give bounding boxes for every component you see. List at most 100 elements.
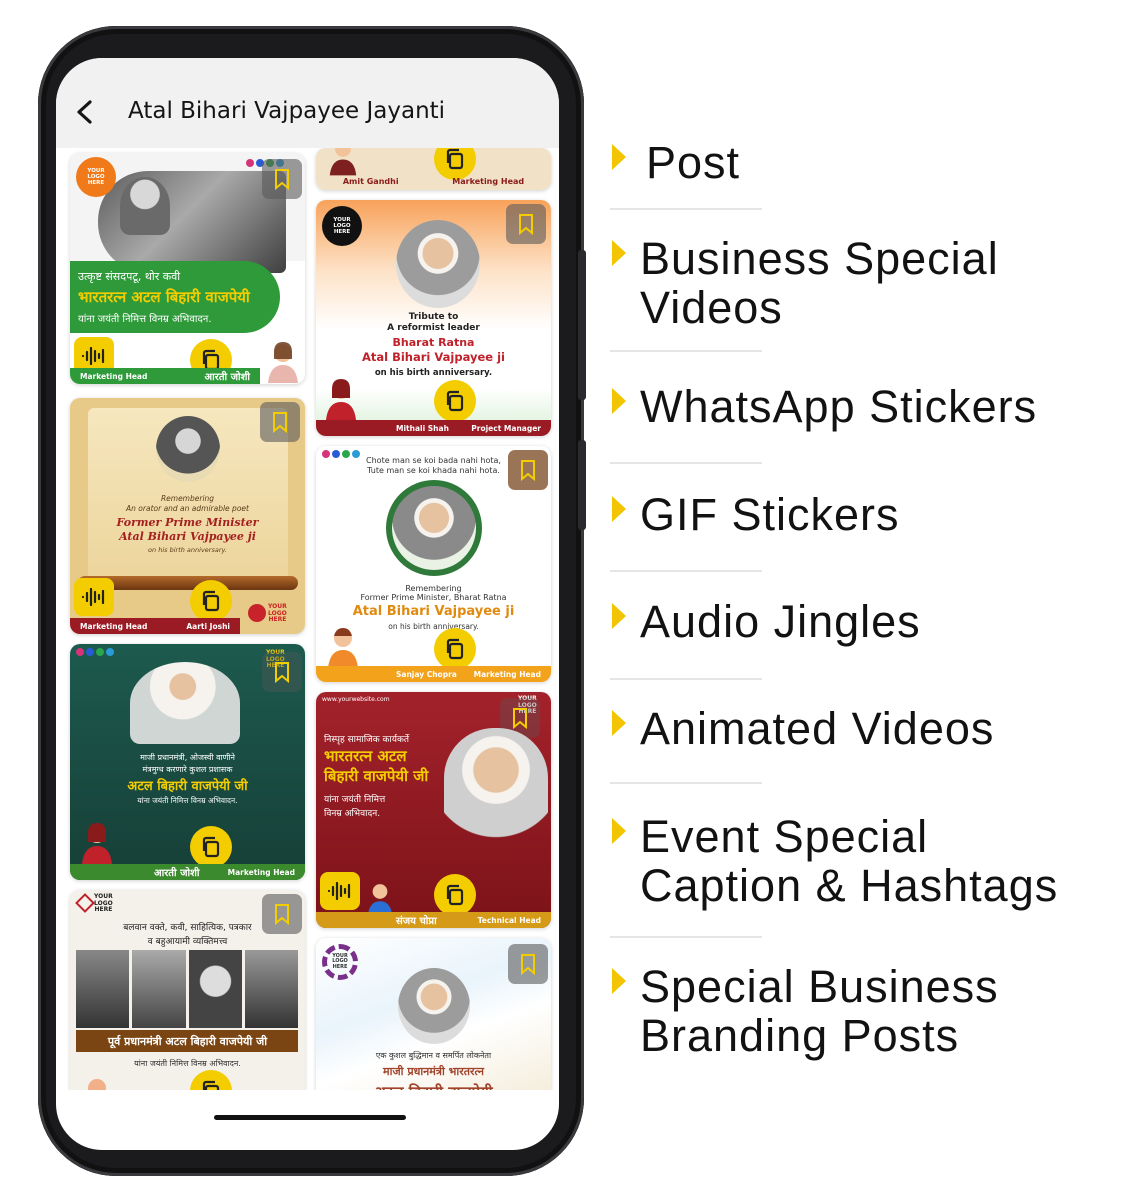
- footer-name: आरती जोशी: [154, 868, 200, 879]
- yellow-arrow-icon: [610, 238, 628, 268]
- bookmark-button[interactable]: [262, 159, 302, 199]
- post-text: माजी प्रधानमंत्री भारतरत्न: [383, 1065, 484, 1078]
- yellow-arrow-icon: [610, 601, 628, 631]
- copy-icon: [446, 390, 464, 412]
- template-card[interactable]: YOUR LOGO HERE एक कुशल बुद्धिमान व समर्प…: [316, 938, 551, 1090]
- bookmark-icon: [273, 412, 287, 433]
- copy-button[interactable]: [434, 628, 476, 670]
- footer-name: Mithali Shah: [396, 423, 449, 433]
- audio-wave-icon: [81, 346, 105, 366]
- copy-button[interactable]: [434, 148, 476, 180]
- post-text: माजी प्रधानमंत्री, ओजस्वी वाणीने: [140, 753, 235, 762]
- post-text: Remembering: [405, 584, 462, 593]
- footer-name: Aarti Joshi: [186, 621, 230, 631]
- bookmark-icon: [521, 954, 535, 975]
- website-text: www.yourwebsite.com: [322, 696, 390, 703]
- audio-badge[interactable]: [74, 578, 114, 616]
- yellow-arrow-icon: [610, 816, 628, 846]
- copy-button[interactable]: [434, 380, 476, 422]
- logo-mark: [248, 604, 266, 622]
- copy-button[interactable]: [190, 580, 232, 622]
- back-button[interactable]: [70, 94, 100, 130]
- copy-button[interactable]: [190, 1070, 232, 1090]
- post-text: पूर्व प्रधानमंत्री अटल बिहारी वाजपेयी जी: [107, 1035, 268, 1048]
- template-card[interactable]: YOUR LOGO HERE Tribute to A reformist le…: [316, 200, 551, 436]
- template-feed[interactable]: YOUR LOGO HERE उत्कृष्ट संसदपटू, थोर कवी…: [56, 148, 559, 1090]
- divider: [610, 782, 762, 784]
- yellow-arrow-icon: [610, 142, 628, 172]
- copy-button[interactable]: [190, 826, 232, 868]
- feature-item-post: Post: [610, 138, 740, 187]
- post-text: अटल बिहारी वाजपेयी जी: [127, 779, 248, 794]
- post-text: on his birth anniversary.: [148, 546, 227, 554]
- footer-role: Marketing Head: [452, 177, 525, 186]
- post-text: Atal Bihari Vajpayee ji: [352, 604, 515, 619]
- logo-placeholder: YOUR LOGO HERE: [94, 893, 113, 914]
- person-avatar: [268, 342, 298, 383]
- divider: [610, 936, 762, 938]
- person-avatar: [82, 823, 112, 864]
- divider: [610, 570, 762, 572]
- divider: [610, 678, 762, 680]
- person-avatar: [328, 628, 358, 668]
- yellow-arrow-icon: [610, 386, 628, 416]
- post-text: एक कुशल बुद्धिमान व समर्पित लोकनेता: [375, 1051, 492, 1060]
- feature-label: Business Special Videos: [640, 233, 999, 333]
- template-card[interactable]: Amit Gandhi Marketing Head: [316, 148, 551, 190]
- app-screen: Atal Bihari Vajpayee Jayanti YOUR LOGO H…: [56, 58, 559, 1150]
- template-card[interactable]: YOUR LOGO HERE बलवान वक्ते, कवी, साहित्य…: [70, 890, 305, 1090]
- logo-placeholder: YOUR LOGO HERE: [76, 157, 116, 197]
- footer-role: Marketing Head: [80, 371, 148, 381]
- logo-mark: [75, 893, 95, 913]
- quote-text: Chote man se koi bada nahi hota,: [366, 456, 501, 465]
- post-text: बिहारी वाजपेयी जी: [324, 767, 429, 785]
- bookmark-button[interactable]: [260, 402, 300, 442]
- post-text: यांना जयंती निमित्त विनम्र अभिवादन.: [134, 1059, 241, 1068]
- home-indicator[interactable]: [214, 1115, 406, 1120]
- copy-button[interactable]: [434, 874, 476, 916]
- yellow-arrow-icon: [610, 494, 628, 524]
- logo-placeholder: YOUR LOGO HERE: [322, 206, 362, 246]
- card-footer: Amit Gandhi Marketing Head: [316, 177, 551, 186]
- phone-side-button: [578, 440, 586, 530]
- leader-photo: [130, 662, 240, 744]
- feature-label: Animated Videos: [640, 703, 995, 754]
- post-text: निस्पृह सामाजिक कार्यकर्ते: [324, 735, 409, 745]
- post-text: बलवान वक्ते, कवी, साहित्यिक, पत्रकार: [123, 923, 252, 933]
- template-card[interactable]: Remembering An orator and an admirable p…: [70, 398, 305, 634]
- divider: [610, 462, 762, 464]
- bookmark-button[interactable]: [506, 204, 546, 244]
- post-text: Atal Bihari Vajpayee ji: [119, 530, 256, 543]
- feature-item-whatsapp-stickers: WhatsApp Stickers: [610, 382, 1037, 431]
- leader-portrait: [156, 416, 220, 482]
- page-title: Atal Bihari Vajpayee Jayanti: [128, 98, 446, 124]
- social-icons: [76, 648, 114, 656]
- feature-label: Audio Jingles: [640, 596, 921, 647]
- feature-label: Special Business Branding Posts: [640, 961, 999, 1061]
- person-avatar: [367, 884, 393, 916]
- template-card[interactable]: YOUR LOGO HERE उत्कृष्ट संसदपटू, थोर कवी…: [70, 153, 305, 384]
- footer-role: Marketing Head: [473, 669, 541, 679]
- feature-label: WhatsApp Stickers: [640, 381, 1038, 432]
- template-card[interactable]: www.yourwebsite.com YOUR LOGO HERE निस्प…: [316, 692, 551, 928]
- template-card[interactable]: Chote man se koi bada nahi hota, Tute ma…: [316, 446, 551, 682]
- post-text: विनम्र अभिवादन.: [324, 809, 381, 819]
- feature-item-audio-jingles: Audio Jingles: [610, 597, 921, 646]
- audio-badge[interactable]: [320, 872, 360, 910]
- template-card[interactable]: YOUR LOGO HERE माजी प्रधानमंत्री, ओजस्वी…: [70, 644, 305, 880]
- post-text: अटल बिहारी वाजपेयी: [316, 1082, 551, 1090]
- post-text: Bharat Ratna: [392, 336, 475, 349]
- bookmark-icon: [275, 169, 289, 190]
- card-footer: Mithali Shah Project Manager: [316, 420, 551, 436]
- audio-wave-icon: [327, 881, 351, 901]
- copy-icon: [202, 836, 220, 858]
- card-footer: आरती जोशी Marketing Head: [70, 864, 305, 880]
- bookmark-button[interactable]: [508, 944, 548, 984]
- feature-label: Event Special Caption & Hashtags: [640, 811, 1059, 911]
- leader-photo: [444, 728, 548, 868]
- leader-photo: [120, 177, 170, 235]
- logo-placeholder: YOUR LOGO HERE: [332, 952, 348, 970]
- post-text: Former Prime Minister: [116, 516, 259, 529]
- post-text: Remembering: [160, 494, 215, 503]
- bookmark-button[interactable]: [262, 652, 302, 692]
